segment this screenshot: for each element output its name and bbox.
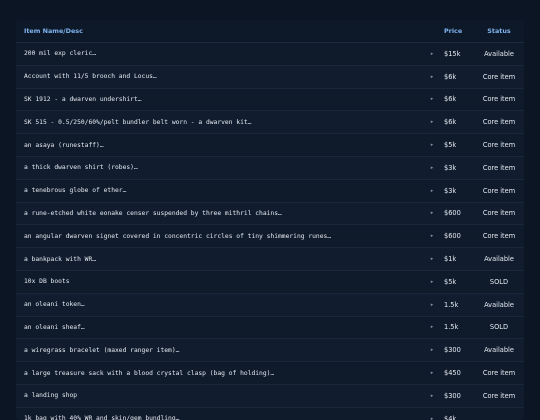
item-price: $15k — [444, 49, 461, 58]
item-name: an angular dwarven signet covered in con… — [24, 232, 332, 240]
item-status: Core item — [482, 369, 516, 378]
expand-arrow-icon[interactable]: ▸ — [420, 188, 444, 194]
item-name: SK 1912 - a dwarven undershirt… — [24, 95, 142, 103]
item-price: $6k — [444, 118, 457, 127]
expand-arrow-icon[interactable]: ▸ — [420, 74, 444, 80]
table-row[interactable]: an asaya (runestaff)… ▸ $5k Core item — [16, 134, 524, 157]
item-name: 1k bag with 40% WR and skin/gem bundling… — [24, 415, 180, 420]
item-price: $6k — [444, 95, 457, 104]
table-row[interactable]: SK 1912 - a dwarven undershirt… ▸ $6k Core … — [16, 88, 524, 112]
item-name: an asaya (runestaff)… — [24, 141, 104, 149]
expand-arrow-icon[interactable]: ▸ — [420, 416, 444, 420]
expand-arrow-icon[interactable]: ▸ — [420, 210, 444, 216]
item-status: Core item — [482, 186, 516, 195]
expand-arrow-icon[interactable]: ▸ — [420, 393, 444, 399]
item-name: a tenebrous globe of ether… — [24, 187, 127, 195]
item-name: a rune-etched white eonake censer suspen… — [24, 209, 282, 217]
item-status: Available — [484, 300, 514, 309]
expand-arrow-icon[interactable]: ▸ — [420, 165, 444, 171]
table-row[interactable]: 1k bag with 40% WR and skin/gem bundling… — [16, 407, 524, 420]
table-row[interactable]: a wiregrass bracelet (maxed ranger item)… — [16, 339, 524, 363]
item-name: a large treasure sack with a blood cryst… — [24, 369, 275, 377]
expand-arrow-icon[interactable]: ▸ — [420, 302, 444, 308]
table-row[interactable]: a tenebrous globe of ether… ▸ $3k Core item — [16, 179, 524, 203]
table-row[interactable]: a thick dwarven shirt (robes)… ▸ $3k Core i… — [16, 156, 524, 180]
table-row[interactable]: 200 mil exp cleric… ▸ $15k Available — [16, 43, 524, 66]
item-price: $300 — [444, 391, 461, 400]
table-row[interactable]: a landing shop ▸ $300 Core item — [16, 384, 524, 408]
item-name: a thick dwarven shirt (robes)… — [24, 164, 138, 172]
item-price: $600 — [444, 209, 461, 218]
item-price: $4k — [444, 414, 457, 420]
item-name: a bankpack with WR… — [24, 255, 97, 263]
expand-arrow-icon[interactable]: ▸ — [420, 233, 444, 239]
item-status: Available — [484, 346, 514, 355]
item-price: $3k — [444, 163, 457, 172]
table-row[interactable]: an oleani token… ▸ 1.5k Available — [16, 293, 524, 317]
item-status: Core item — [482, 141, 516, 150]
table-row[interactable]: 10x DB boots ▸ $5k SOLD — [16, 270, 524, 294]
item-status: Core item — [482, 163, 516, 172]
items-table: Item Name/Desc Price Status 200 mil exp … — [16, 20, 524, 420]
item-status: Core item — [482, 72, 516, 81]
item-name: an oleani sheaf… — [24, 323, 85, 331]
header-status[interactable]: Status — [474, 27, 524, 35]
item-name: 10x DB boots — [24, 278, 70, 286]
item-name: Account with 11/5 brooch and Locus… — [24, 73, 157, 81]
item-name: an oleani token… — [24, 301, 85, 309]
table-row[interactable]: a rune-etched white eonake censer suspen… — [16, 202, 524, 226]
item-price: $450 — [444, 369, 461, 378]
expand-arrow-icon[interactable]: ▸ — [420, 256, 444, 262]
item-price: $300 — [444, 346, 461, 355]
item-price: $1k — [444, 255, 457, 264]
table-row[interactable]: a large treasure sack with a blood cryst… — [16, 362, 524, 385]
table-row[interactable]: an angular dwarven signet covered in con… — [16, 225, 524, 249]
item-price: 1.5k — [444, 323, 459, 332]
item-price: $5k — [444, 277, 457, 286]
item-price: 1.5k — [444, 300, 459, 309]
item-name: 200 mil exp cleric… — [24, 50, 97, 58]
table-row[interactable]: SK 515 - 0.5/250/60%/pelt bundler belt w… — [16, 111, 524, 135]
item-name: a landing shop — [24, 392, 78, 400]
item-status: SOLD — [489, 277, 509, 286]
item-name: a wiregrass bracelet (maxed ranger item)… — [24, 346, 180, 354]
expand-arrow-icon[interactable]: ▸ — [420, 51, 444, 57]
item-price: $5k — [444, 141, 457, 150]
item-status: Available — [484, 49, 514, 58]
item-price: $600 — [444, 232, 461, 241]
table-row[interactable]: Account with 11/5 brooch and Locus… ▸ $6k C… — [16, 65, 524, 89]
expand-arrow-icon[interactable]: ▸ — [420, 142, 444, 148]
table-row[interactable]: a bankpack with WR… ▸ $1k Available — [16, 248, 524, 271]
item-price: $3k — [444, 186, 457, 195]
item-status: Core item — [482, 232, 516, 241]
item-status: Available — [484, 255, 514, 264]
table-header: Item Name/Desc Price Status — [16, 20, 524, 43]
item-status: Core item — [482, 209, 516, 218]
expand-arrow-icon[interactable]: ▸ — [420, 347, 444, 353]
expand-arrow-icon[interactable]: ▸ — [420, 370, 444, 376]
table-body: 200 mil exp cleric… ▸ $15k Available Account… — [16, 43, 524, 420]
expand-arrow-icon[interactable]: ▸ — [420, 324, 444, 330]
item-name: SK 515 - 0.5/250/60%/pelt bundler belt w… — [24, 118, 252, 126]
expand-arrow-icon[interactable]: ▸ — [420, 279, 444, 285]
expand-arrow-icon[interactable]: ▸ — [420, 119, 444, 125]
item-status: SOLD — [489, 323, 509, 332]
header-item-name[interactable]: Item Name/Desc — [16, 27, 420, 35]
item-status: Core item — [482, 118, 516, 127]
header-price[interactable]: Price — [444, 27, 474, 35]
table-row[interactable]: an oleani sheaf… ▸ 1.5k SOLD — [16, 316, 524, 340]
item-price: $6k — [444, 72, 457, 81]
expand-arrow-icon[interactable]: ▸ — [420, 96, 444, 102]
item-status: Core item — [482, 95, 516, 104]
item-status: Core item — [482, 391, 516, 400]
